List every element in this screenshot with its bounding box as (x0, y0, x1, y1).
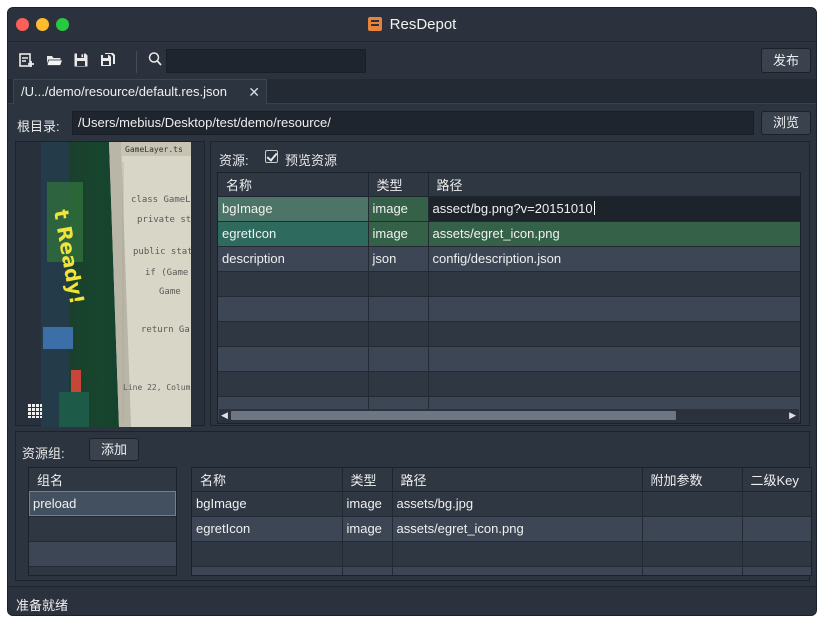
window-title-text: ResDepot (389, 16, 457, 33)
empty-row (29, 541, 176, 567)
cell-path-text: assect/bg.png?v=20151010 (432, 201, 593, 216)
cell-subkey[interactable] (742, 516, 811, 542)
grid-view-icon[interactable] (28, 404, 42, 418)
table-row[interactable]: description json config/description.json (218, 246, 800, 272)
root-dir-field[interactable]: /Users/mebius/Desktop/test/demo/resource… (72, 111, 754, 135)
tab-default-res-json[interactable]: /U.../demo/resource/default.res.json ✕ (13, 79, 267, 104)
folder-open-icon[interactable] (45, 52, 63, 70)
groups-table: 组名 preload (28, 467, 177, 576)
groups-header-row: 组名 (29, 468, 176, 492)
resource-groups-label: 资源组: (22, 446, 65, 461)
cell-name[interactable]: egretIcon (218, 221, 369, 247)
resource-groups-section: 资源组: 添加 组名 preload 名称 类型 路径 附加参数 二级Key b… (15, 431, 812, 581)
col-header-type[interactable]: 类型 (342, 468, 393, 492)
empty-row (218, 346, 800, 372)
table-row[interactable]: egretIcon image assets/egret_icon.png (192, 516, 811, 542)
search-icon (147, 51, 165, 69)
cell-path[interactable]: config/description.json (428, 246, 800, 272)
group-resources-header-row: 名称 类型 路径 附加参数 二级Key (192, 468, 811, 492)
empty-row (218, 296, 800, 322)
col-header-subkey[interactable]: 二级Key (742, 468, 811, 492)
save-icon[interactable] (72, 52, 90, 70)
empty-row (218, 371, 800, 397)
empty-row (29, 566, 176, 575)
text-caret (593, 201, 595, 215)
resources-panel: 资源: 预览资源 名称 类型 路径 bgImage image assect/b… (210, 141, 810, 426)
empty-row (192, 541, 811, 567)
empty-row (218, 321, 800, 347)
tab-label: /U.../demo/resource/default.res.json (21, 84, 227, 99)
cell-type[interactable]: image (342, 516, 393, 542)
code-line-1: class GameLayer (131, 195, 191, 205)
preview-resource-label: 预览资源 (285, 153, 338, 168)
group-resources-table: 名称 类型 路径 附加参数 二级Key bgImage image assets… (191, 467, 812, 576)
toolbar-separator (136, 51, 137, 73)
col-header-path[interactable]: 路径 (392, 468, 643, 492)
status-text: 准备就绪 (16, 598, 69, 613)
col-header-path[interactable]: 路径 (428, 173, 800, 197)
cell-type[interactable]: image (342, 491, 393, 517)
cell-name[interactable]: egretIcon (192, 516, 343, 542)
publish-button[interactable]: 发布 (761, 48, 811, 73)
toolbar: 发布 (8, 43, 816, 79)
cell-path-editor[interactable]: assect/bg.png?v=20151010 (428, 196, 800, 222)
code-line-6: return Ga (141, 325, 190, 335)
window-title: ResDepot (8, 16, 816, 33)
col-header-name[interactable]: 名称 (192, 468, 343, 492)
resources-header-row: 名称 类型 路径 (218, 173, 800, 197)
cell-path[interactable]: assets/bg.jpg (392, 491, 643, 517)
status-bar: 准备就绪 (8, 586, 816, 615)
cell-extra[interactable] (642, 491, 743, 517)
code-line-4: if (Game (145, 268, 188, 278)
search-input[interactable] (166, 49, 366, 73)
tab-strip: /U.../demo/resource/default.res.json ✕ (8, 79, 816, 104)
horizontal-scrollbar[interactable]: ◀ ▶ (219, 409, 799, 422)
scrollbar-thumb[interactable] (231, 411, 676, 420)
table-row[interactable]: bgImage image assect/bg.png?v=20151010 (218, 196, 800, 222)
preview-resource-checkbox[interactable] (265, 150, 278, 163)
code-line-5: Game (159, 287, 181, 297)
preview-image: t Ready! GameLayer.ts class GameLayer pr… (41, 142, 191, 427)
title-bar: ResDepot (8, 8, 816, 42)
group-item-preload[interactable]: preload (29, 491, 176, 517)
close-icon[interactable]: ✕ (248, 80, 260, 104)
save-all-icon[interactable] (99, 52, 117, 70)
add-group-button[interactable]: 添加 (89, 438, 139, 461)
cell-path[interactable]: assets/egret_icon.png (428, 221, 800, 247)
cell-type[interactable]: image (368, 196, 429, 222)
cell-path[interactable]: assets/egret_icon.png (392, 516, 643, 542)
root-dir-label: 根目录: (17, 119, 60, 134)
resources-label: 资源: (219, 153, 249, 168)
col-header-group-name[interactable]: 组名 (29, 468, 176, 492)
cell-subkey[interactable] (742, 491, 811, 517)
table-row[interactable]: egretIcon image assets/egret_icon.png (218, 221, 800, 247)
empty-row (192, 566, 811, 575)
scroll-right-icon[interactable]: ▶ (789, 410, 796, 421)
code-line-3: public stati (133, 247, 191, 257)
col-header-extra-params[interactable]: 附加参数 (642, 468, 743, 492)
empty-row (218, 271, 800, 297)
preview-panel: t Ready! GameLayer.ts class GameLayer pr… (15, 141, 205, 427)
app-window: ResDepot 发布 /U.../demo/resource/default.… (7, 7, 817, 616)
col-header-type[interactable]: 类型 (368, 173, 429, 197)
cell-name[interactable]: bgImage (192, 491, 343, 517)
browse-button[interactable]: 浏览 (761, 111, 811, 135)
cell-extra[interactable] (642, 516, 743, 542)
col-header-name[interactable]: 名称 (218, 173, 369, 197)
new-file-icon[interactable] (18, 52, 36, 70)
cell-name[interactable]: description (218, 246, 369, 272)
app-logo-icon (367, 17, 382, 31)
empty-row (29, 516, 176, 542)
cell-name[interactable]: bgImage (218, 196, 369, 222)
resources-table: 名称 类型 路径 bgImage image assect/bg.png?v=2… (217, 172, 801, 424)
code-line-7: Line 22, Column 1 (123, 383, 191, 392)
cell-type[interactable]: json (368, 246, 429, 272)
cell-type[interactable]: image (368, 221, 429, 247)
code-line-2: private stat (137, 215, 191, 225)
list-item[interactable]: preload (29, 491, 176, 517)
code-line-0: GameLayer.ts (125, 145, 183, 154)
scroll-left-icon[interactable]: ◀ (221, 410, 228, 421)
table-row[interactable]: bgImage image assets/bg.jpg (192, 491, 811, 517)
